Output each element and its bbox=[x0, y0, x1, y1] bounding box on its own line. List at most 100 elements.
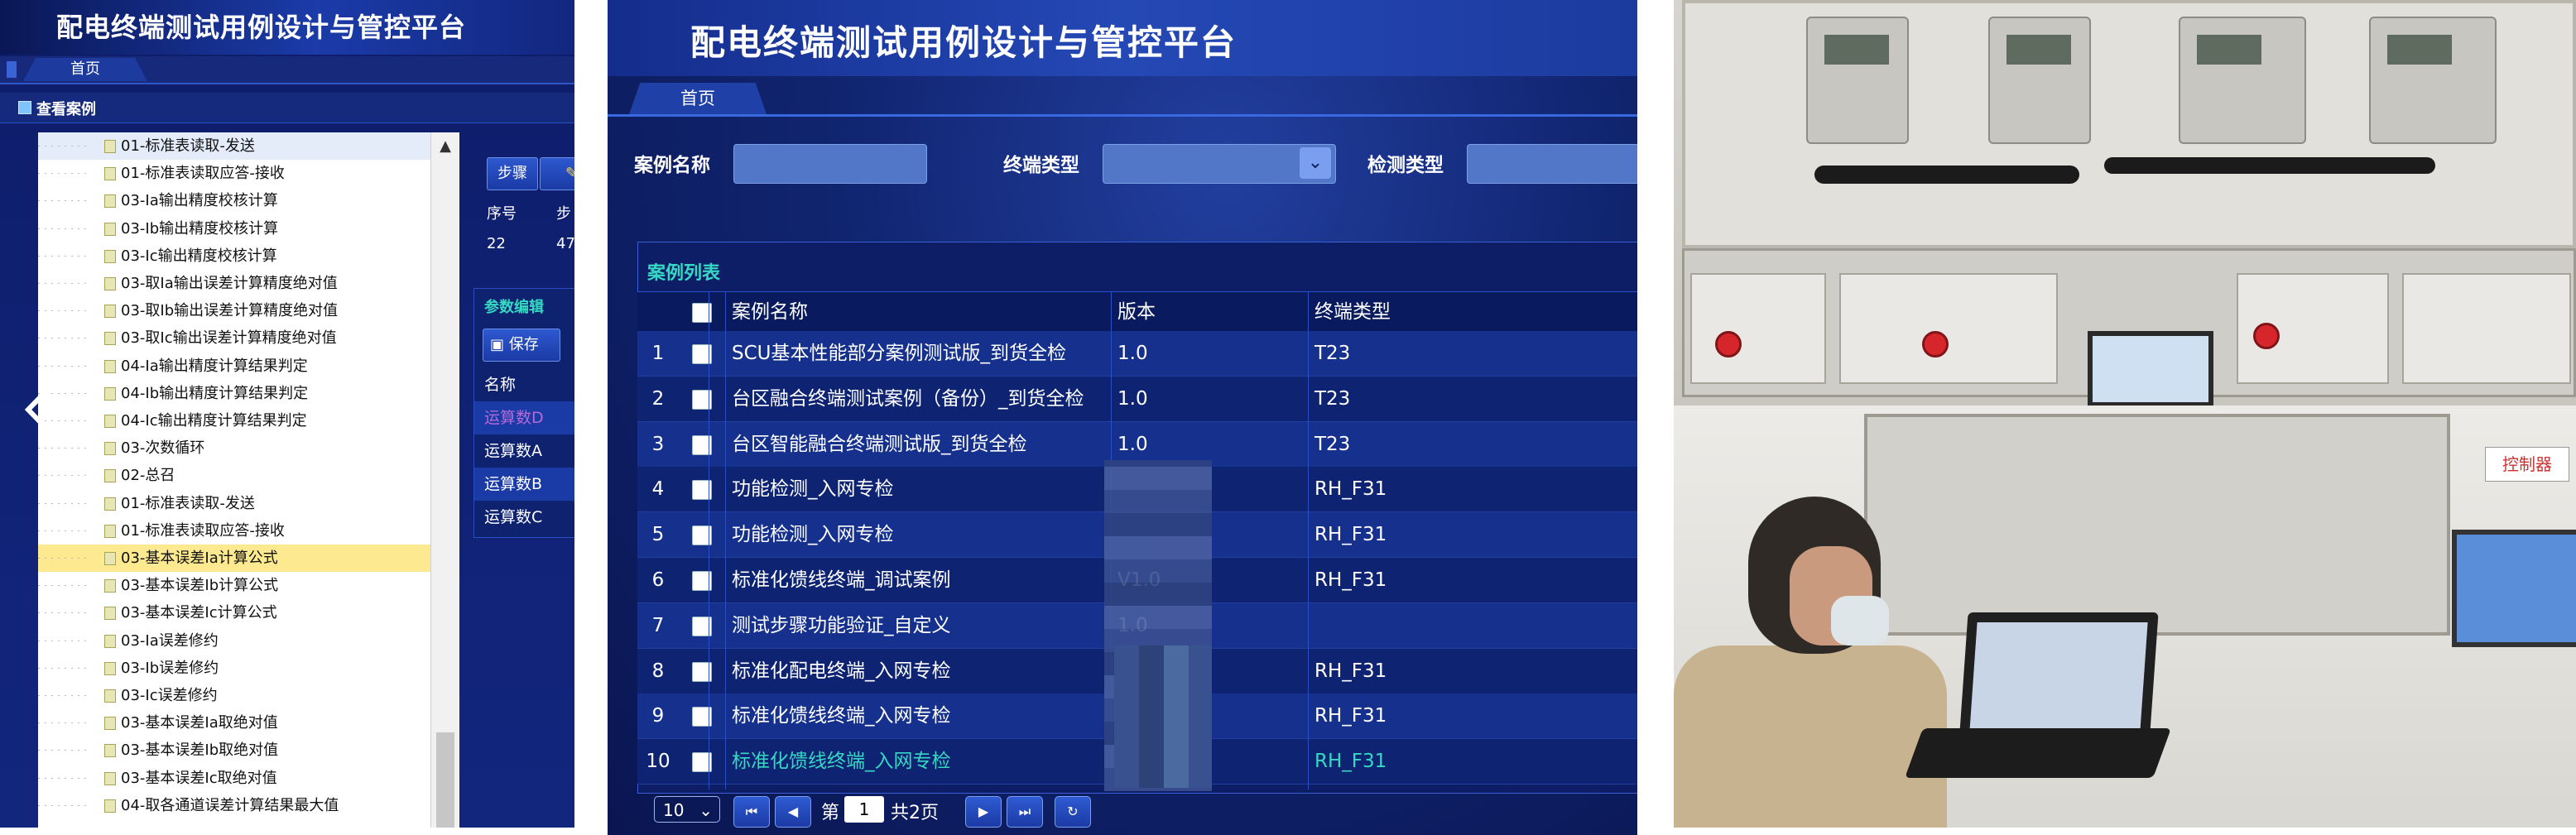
case-name-cell[interactable]: SCU基本性能部分案例测试版_到货全检 bbox=[732, 331, 1066, 376]
document-icon bbox=[104, 332, 116, 346]
scroll-thumb[interactable] bbox=[436, 732, 454, 828]
page-input[interactable]: 1 bbox=[844, 796, 884, 823]
test-type-select[interactable] bbox=[1467, 144, 1637, 184]
tree-item[interactable]: 03-次数循环 bbox=[38, 434, 430, 463]
refresh-icon[interactable]: ↻ bbox=[1055, 796, 1091, 828]
param-row[interactable]: 运算数D bbox=[474, 401, 574, 434]
tree-connector bbox=[38, 297, 88, 325]
tree-item[interactable]: 03-Ic误差修约 bbox=[38, 682, 430, 709]
save-button[interactable]: ▣ 保存 bbox=[483, 329, 560, 362]
terminal-type-cell: T23 bbox=[1314, 343, 1351, 364]
tree-item[interactable]: 03-基本误差Ib取绝对值 bbox=[38, 737, 430, 765]
column-header-version[interactable]: 版本 bbox=[1117, 292, 1156, 332]
case-tree[interactable]: 01-标准表读取-发送 01-标准表读取应答-接收 03-Ia输出精度校核计算 03-… bbox=[38, 132, 430, 828]
document-icon bbox=[104, 140, 116, 153]
column-header-type[interactable]: 终端类型 bbox=[1314, 292, 1391, 332]
step-button[interactable]: 步骤 bbox=[487, 157, 538, 190]
tree-item[interactable]: 01-标准表读取应答-接收 bbox=[38, 516, 430, 545]
version-cell: 1.0 bbox=[1117, 387, 1148, 410]
case-name-cell[interactable]: 台区融合终端测试案例（备份）_到货全检 bbox=[732, 377, 1084, 421]
case-name-cell[interactable]: 标准化馈线终端_入网专检 bbox=[732, 739, 951, 784]
case-name-cell[interactable]: 测试步骤功能验证_自定义 bbox=[732, 603, 951, 648]
pagination-bar: 10 ⌄ ⏮ ◀ 第 1 共2页 ▶ ⏭ ↻ bbox=[637, 793, 1637, 831]
terminal-device bbox=[1988, 17, 2091, 144]
case-name-cell[interactable]: 标准化馈线终端_入网专检 bbox=[732, 693, 951, 738]
edit-button[interactable]: ✎ 修 bbox=[540, 157, 574, 190]
tree-item[interactable]: 03-Ia输出精度校核计算 bbox=[38, 187, 430, 215]
tab-nav-icon[interactable] bbox=[7, 61, 17, 78]
row-number: 6 bbox=[651, 569, 665, 591]
tree-item[interactable]: 03-取Ic输出误差计算精度绝对值 bbox=[38, 324, 430, 353]
tree-item[interactable]: 04-Ib输出精度计算结果判定 bbox=[38, 379, 430, 407]
tree-item[interactable]: 04-Ic输出精度计算结果判定 bbox=[38, 407, 430, 434]
tree-connector bbox=[38, 791, 88, 819]
tree-item[interactable]: 03-取Ia输出误差计算精度绝对值 bbox=[38, 270, 430, 297]
emergency-stop-icon bbox=[1922, 331, 1949, 358]
first-page-icon[interactable]: ⏮ bbox=[733, 796, 770, 828]
case-name-cell[interactable]: 标准化馈线终端_调试案例 bbox=[732, 558, 951, 602]
terminal-type-cell: RH_F31 bbox=[1314, 524, 1387, 546]
param-row[interactable]: 运算数A bbox=[474, 434, 574, 468]
pencil-icon: ✎ bbox=[565, 165, 574, 182]
tab-bar: 首页 bbox=[608, 81, 1637, 117]
tab-home[interactable]: 首页 bbox=[629, 83, 767, 114]
case-name-cell[interactable]: 标准化配电终端_入网专检 bbox=[732, 649, 951, 693]
row-number: 7 bbox=[651, 614, 665, 636]
tree-connector bbox=[38, 572, 88, 600]
case-name-input[interactable] bbox=[733, 144, 927, 184]
tree-item-label: 03-Ia误差修约 bbox=[121, 631, 219, 650]
tree-item-label: 04-Ic输出精度计算结果判定 bbox=[121, 412, 307, 429]
tree-item[interactable]: 01-标准表读取应答-接收 bbox=[38, 160, 430, 188]
tree-item[interactable]: 04-Ia输出精度计算结果判定 bbox=[38, 352, 430, 380]
param-row[interactable]: 运算数B bbox=[474, 468, 574, 501]
tree-item-label: 04-Ib输出精度计算结果判定 bbox=[121, 384, 309, 402]
emergency-stop-icon bbox=[1715, 331, 1742, 358]
scroll-up-icon[interactable]: ▲ bbox=[431, 132, 459, 161]
tree-item-label: 04-Ia输出精度计算结果判定 bbox=[121, 357, 308, 375]
page-size-select[interactable]: 10 ⌄ bbox=[654, 796, 720, 823]
tree-item[interactable]: 03-Ib输出精度校核计算 bbox=[38, 214, 430, 242]
tree-connector bbox=[38, 682, 88, 709]
tab-home[interactable]: 首页 bbox=[23, 58, 147, 81]
tree-item-label: 04-取各通道误差计算结果最大值 bbox=[121, 796, 339, 814]
next-page-icon[interactable]: ▶ bbox=[965, 796, 1002, 828]
tree-item[interactable]: 03-基本误差Ic计算公式 bbox=[38, 599, 430, 627]
param-row[interactable]: 运算数C bbox=[474, 501, 574, 534]
column-header-name[interactable]: 案例名称 bbox=[732, 292, 808, 332]
tree-item[interactable]: 03-取Ib输出误差计算精度绝对值 bbox=[38, 297, 430, 325]
middle-screenshot-panel: 配电终端测试用例设计与管控平台 首页 案例名称 终端类型 ⌄ 检测类型 案例列表… bbox=[608, 0, 1637, 835]
chevron-down-icon[interactable]: ⌄ bbox=[1300, 147, 1331, 179]
tree-item[interactable]: 02-总召 bbox=[38, 462, 430, 490]
tree-item[interactable]: 03-基本误差Ia取绝对值 bbox=[38, 709, 430, 737]
tree-item[interactable]: 03-Ic输出精度校核计算 bbox=[38, 242, 430, 270]
prev-page-icon[interactable]: ◀ bbox=[775, 796, 811, 828]
row-number: 4 bbox=[651, 478, 665, 501]
tree-connector bbox=[38, 599, 88, 627]
tree-item[interactable]: 03-基本误差Ic取绝对值 bbox=[38, 764, 430, 792]
case-name-cell[interactable]: 台区智能融合终端测试版_到货全检 bbox=[732, 422, 1027, 467]
last-page-icon[interactable]: ⏭ bbox=[1007, 796, 1043, 828]
lab-photo: 控制器 bbox=[1674, 0, 2576, 828]
tree-scrollbar[interactable]: ▲ bbox=[430, 132, 459, 828]
tab-bar: 首页 bbox=[0, 56, 574, 84]
tree-item-label: 01-标准表读取应答-接收 bbox=[121, 165, 285, 183]
table-row[interactable]: 2 台区融合终端测试案例（备份）_到货全检 1.0 T23 bbox=[637, 376, 1637, 422]
tree-item[interactable]: 01-标准表读取-发送 bbox=[38, 489, 430, 517]
case-name-cell[interactable]: 功能检测_入网专检 bbox=[732, 512, 894, 557]
terminal-type-cell: RH_F31 bbox=[1314, 660, 1387, 682]
case-name-cell[interactable]: 功能检测_入网专检 bbox=[732, 467, 894, 511]
tree-item[interactable]: 03-基本误差Ia计算公式 bbox=[38, 545, 430, 572]
tree-connector bbox=[38, 242, 88, 270]
tree-item[interactable]: 03-基本误差Ib计算公式 bbox=[38, 572, 430, 600]
table-row[interactable]: 1 SCU基本性能部分案例测试版_到货全检 1.0 T23 bbox=[637, 331, 1637, 377]
row-number: 5 bbox=[651, 524, 665, 546]
tree-connector bbox=[38, 214, 88, 242]
tree-item[interactable]: 01-标准表读取-发送 bbox=[38, 132, 430, 160]
chevron-left-icon[interactable] bbox=[20, 372, 70, 447]
tree-item[interactable]: 03-Ia误差修约 bbox=[38, 626, 430, 655]
tree-connector bbox=[38, 626, 88, 655]
tree-item-label: 03-基本误差Ia计算公式 bbox=[121, 549, 278, 567]
tree-item[interactable]: 04-取各通道误差计算结果最大值 bbox=[38, 791, 430, 819]
steps-header-no: 序号 bbox=[487, 205, 517, 223]
tree-item[interactable]: 03-Ib误差修约 bbox=[38, 654, 430, 682]
